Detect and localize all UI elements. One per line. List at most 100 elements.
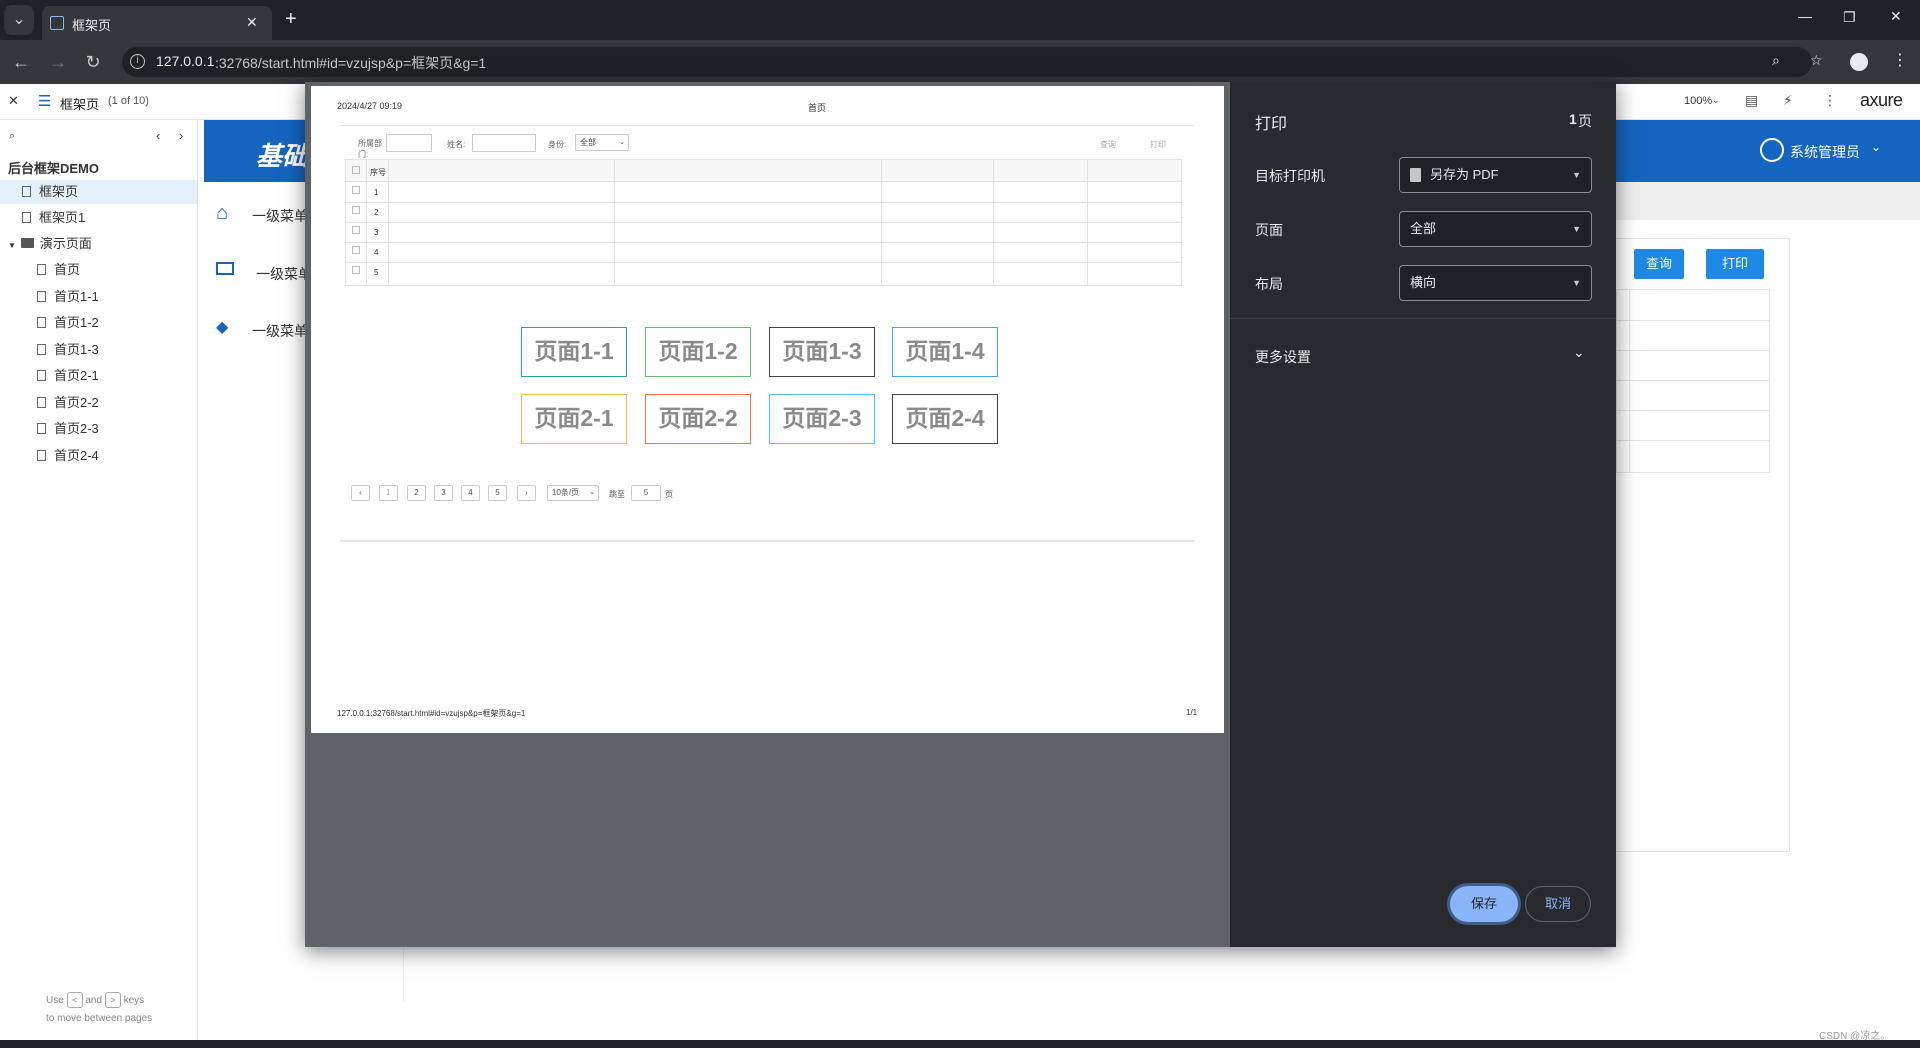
zoom-chevron-icon[interactable]: ⌄ xyxy=(1712,95,1720,106)
axure-logo: axure xyxy=(1860,90,1903,110)
query-button[interactable]: 查询 xyxy=(1634,249,1684,279)
url-host: 127.0.0.1 xyxy=(156,53,215,69)
cancel-button[interactable]: 取消 xyxy=(1525,886,1591,922)
browser-tab[interactable]: 框架页 ✕ xyxy=(42,6,272,40)
right-key-icon: > xyxy=(104,992,121,1008)
row-seq: 2 xyxy=(374,208,379,217)
chevron-down-icon[interactable]: ⌄ xyxy=(1573,344,1585,361)
menu-item-1[interactable]: 一级菜单 xyxy=(252,206,308,226)
minimize-icon[interactable]: — xyxy=(1798,8,1812,24)
print-footer-page: 1/1 xyxy=(1186,708,1198,717)
header-checkbox xyxy=(352,166,360,174)
next-page-icon[interactable]: › xyxy=(179,128,183,143)
filter-dept-input[interactable] xyxy=(386,134,432,152)
pages-select[interactable]: 全部 ▼ xyxy=(1399,211,1592,247)
forward-icon[interactable]: → xyxy=(43,47,73,77)
tree-item-首页2-3[interactable]: 首页2-3 xyxy=(37,417,99,441)
reload-icon[interactable]: ↻ xyxy=(78,47,108,77)
more-options-icon[interactable]: ⋮ xyxy=(1823,92,1837,109)
app-title: 基础 xyxy=(256,141,309,171)
page-box-2-3: 页面2-3 xyxy=(769,394,875,444)
jump-input: 5 xyxy=(631,485,661,501)
tree-item-首页[interactable]: 首页 xyxy=(37,258,80,282)
jump-label: 跳至 xyxy=(609,490,625,499)
save-button[interactable]: 保存 xyxy=(1450,886,1518,922)
print-button[interactable]: 打印 xyxy=(1706,249,1764,279)
browser-menu-icon[interactable]: ⋮ xyxy=(1892,50,1908,70)
bookmark-star-icon[interactable]: ☆ xyxy=(1810,52,1823,69)
row-checkbox xyxy=(352,266,360,274)
pagination-page: 5 xyxy=(488,485,507,501)
filter-role-label: 身份: xyxy=(548,140,567,149)
page-icon xyxy=(22,212,31,224)
restore-icon[interactable]: ❐ xyxy=(1843,9,1856,26)
tree-item-首页2-1[interactable]: 首页2-1 xyxy=(37,364,99,388)
back-icon[interactable]: ← xyxy=(6,47,36,77)
menu-item-3[interactable]: 一级菜单 xyxy=(252,321,308,341)
close-tab-icon[interactable]: ✕ xyxy=(246,14,258,31)
sheet-unit: 页 xyxy=(1578,113,1592,129)
window-close-icon[interactable]: ✕ xyxy=(1890,8,1902,25)
keyboard-hint: Use < and > keys xyxy=(46,992,144,1008)
site-info-icon[interactable]: i xyxy=(130,54,145,69)
address-bar[interactable]: i 127.0.0.1 :32768/start.html#id=vzujsp&… xyxy=(122,47,1823,77)
current-page-name[interactable]: 框架页 xyxy=(60,94,99,113)
page-counter: (1 of 10) xyxy=(108,95,149,107)
row-seq: 1 xyxy=(374,188,379,197)
profile-avatar-icon[interactable] xyxy=(1850,53,1868,71)
folder-icon xyxy=(20,238,34,248)
destination-select[interactable]: 另存为 PDF ▼ xyxy=(1399,157,1592,193)
user-chevron-icon[interactable]: ⌄ xyxy=(1871,140,1881,154)
print-print-button: 打印 xyxy=(1150,140,1166,149)
per-page-select: 10条/页 ⌄ xyxy=(547,485,599,501)
home-icon: ⌂ xyxy=(216,202,229,224)
filter-dept-label: 所属部门: xyxy=(358,139,382,159)
menu-item-2[interactable]: 一级菜单 xyxy=(256,264,312,284)
collapse-sidebar-icon[interactable]: ✕ xyxy=(8,93,19,109)
expand-caret-icon[interactable]: ▼ xyxy=(8,241,16,250)
page-icon xyxy=(37,450,46,462)
more-settings-toggle[interactable]: 更多设置 xyxy=(1255,347,1311,367)
print-dialog-title: 打印 xyxy=(1255,116,1288,133)
dropdown-caret-icon: ▼ xyxy=(1572,278,1581,288)
print-datetime: 2024/4/27 09:19 xyxy=(337,101,403,111)
layout-select[interactable]: 横向 ▼ xyxy=(1399,265,1592,301)
page-box-1-4: 页面1-4 xyxy=(892,327,998,377)
row-seq: 3 xyxy=(374,228,379,237)
inspect-icon[interactable]: ⚡ xyxy=(1783,92,1793,109)
destination-label: 目标打印机 xyxy=(1255,168,1325,184)
column-header-seq: 序号 xyxy=(370,168,386,177)
row-checkbox xyxy=(352,246,360,254)
page-icon xyxy=(37,423,46,435)
prev-page-icon[interactable]: ‹ xyxy=(156,128,160,143)
tree-item-首页1-3[interactable]: 首页1-3 xyxy=(37,338,99,362)
pagination-page: 3 xyxy=(434,485,453,501)
tree-item-首页1-1[interactable]: 首页1-1 xyxy=(37,285,99,309)
notes-icon[interactable]: ▤ xyxy=(1745,92,1758,109)
tree-folder-演示页面[interactable]: ▼ 演示页面 xyxy=(8,232,92,256)
tab-search-icon[interactable]: ⌄ xyxy=(4,5,34,35)
tree-item-框架页[interactable]: 框架页 xyxy=(0,180,197,204)
new-tab-icon[interactable]: + xyxy=(285,8,297,31)
zoom-select[interactable]: 100% xyxy=(1684,95,1712,107)
tree-item-首页1-2[interactable]: 首页1-2 xyxy=(37,311,99,335)
filter-name-input[interactable] xyxy=(472,134,536,152)
page-icon xyxy=(37,397,46,409)
print-page-title: 首页 xyxy=(808,103,827,113)
app-tab-strip xyxy=(1616,182,1920,220)
page-icon xyxy=(37,291,46,303)
tree-item-首页2-4[interactable]: 首页2-4 xyxy=(37,444,99,468)
search-icon[interactable]: ⌕ xyxy=(9,130,15,143)
print-footer-url: 127.0.0.1:32768/start.html#id=vzujsp&p=框… xyxy=(337,709,526,718)
filter-role-select[interactable]: 全部 ⌄ xyxy=(575,134,629,151)
tree-item-框架页1[interactable]: 框架页1 xyxy=(22,206,85,230)
user-name[interactable]: 系统管理员 xyxy=(1790,142,1860,162)
page-box-1-1: 页面1-1 xyxy=(521,327,627,377)
jump-unit: 页 xyxy=(665,490,673,499)
dropdown-caret-icon: ▼ xyxy=(1572,170,1581,180)
tree-item-首页2-2[interactable]: 首页2-2 xyxy=(37,391,99,415)
pages-menu-icon[interactable]: ☰ xyxy=(38,92,51,110)
keyboard-hint-text: to move between pages xyxy=(46,1013,153,1024)
page-icon xyxy=(37,317,46,329)
zoom-icon[interactable]: ⌕ xyxy=(1772,52,1780,69)
